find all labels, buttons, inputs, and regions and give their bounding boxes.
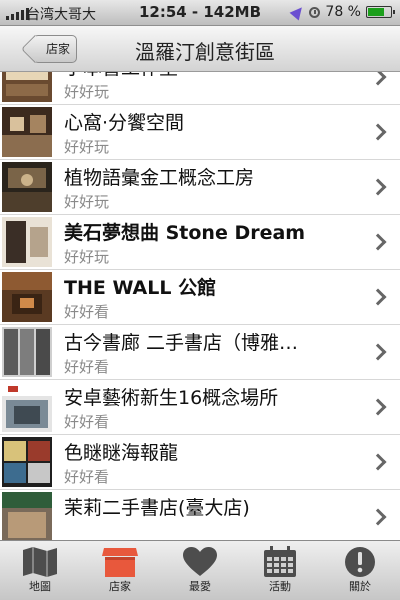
chevron-right-icon [369, 233, 387, 251]
list-item[interactable]: THE WALL 公館 好好看 [0, 270, 400, 325]
chevron-right-icon [369, 453, 387, 471]
list-item-title: 心窩·分饗空間 [64, 112, 185, 134]
list-item[interactable]: 美石夢想曲 Stone Dream 好好玩 [0, 215, 400, 270]
store-thumbnail [2, 217, 52, 267]
store-thumbnail [2, 272, 52, 322]
list-item-subtitle: 好好看 [64, 413, 110, 431]
chevron-right-icon [369, 178, 387, 196]
store-thumbnail [2, 492, 52, 540]
list-item-title: 安卓藝術新生16概念場所 [64, 387, 279, 409]
list-item[interactable]: 安卓藝術新生16概念場所 好好看 [0, 380, 400, 435]
calendar-icon [264, 546, 296, 577]
list-item-title: 古今書廊 二手書店（博雅… [64, 332, 299, 354]
tab-map-label: 地圖 [29, 580, 51, 593]
tab-stores-label: 店家 [109, 580, 131, 593]
battery-percent: 78 % [325, 4, 361, 20]
tab-favorites[interactable]: 最愛 [160, 541, 240, 600]
location-arrow-icon [289, 3, 307, 21]
store-thumbnail [2, 72, 52, 102]
tab-stores[interactable]: 店家 [80, 541, 160, 600]
tab-about[interactable]: 關於 [320, 541, 400, 600]
store-list[interactable]: 小本書工作室 好好玩 心窩·分饗空間 好好玩 植物語彙金工概念工房 好好玩 美石… [0, 72, 400, 540]
status-bar: 台湾大哥大 12:54 - 142MB 78 % [0, 0, 400, 26]
tab-favorites-label: 最愛 [189, 580, 211, 593]
list-item-subtitle: 好好玩 [64, 83, 110, 101]
list-item[interactable]: 小本書工作室 好好玩 [0, 72, 400, 105]
list-item[interactable]: 色瞇瞇海報龍 好好看 [0, 435, 400, 490]
list-item-subtitle: 好好玩 [64, 248, 110, 266]
tab-map[interactable]: 地圖 [0, 541, 80, 600]
list-item-title: 色瞇瞇海報龍 [64, 442, 179, 464]
navigation-bar: 店家 溫羅汀創意街區 [0, 26, 400, 72]
list-item[interactable]: 古今書廊 二手書店（博雅… 好好看 [0, 325, 400, 380]
tab-events[interactable]: 活動 [240, 541, 320, 600]
store-thumbnail [2, 437, 52, 487]
store-icon [102, 548, 138, 577]
rotation-lock-icon [309, 6, 321, 18]
tab-events-label: 活動 [269, 580, 291, 593]
battery-icon [366, 6, 395, 18]
list-item[interactable]: 茉莉二手書店(臺大店) [0, 490, 400, 540]
info-icon [345, 547, 375, 577]
tab-bar: 地圖 店家 最愛 活動 關於 [0, 540, 400, 600]
back-button-label: 店家 [45, 42, 70, 56]
store-thumbnail [2, 382, 52, 432]
list-item[interactable]: 心窩·分饗空間 好好玩 [0, 105, 400, 160]
store-thumbnail [2, 162, 52, 212]
chevron-right-icon [369, 398, 387, 416]
list-item-title: THE WALL 公館 [64, 277, 217, 299]
chevron-right-icon [369, 508, 387, 526]
chevron-right-icon [369, 123, 387, 141]
map-icon [23, 547, 57, 577]
chevron-right-icon [369, 288, 387, 306]
list-item-subtitle: 好好玩 [64, 193, 110, 211]
heart-icon [183, 547, 217, 576]
store-thumbnail [2, 327, 52, 377]
list-item-subtitle: 好好看 [64, 303, 110, 321]
list-item-title: 植物語彙金工概念工房 [64, 167, 255, 189]
list-item-title: 美石夢想曲 Stone Dream [64, 222, 306, 244]
list-item[interactable]: 植物語彙金工概念工房 好好玩 [0, 160, 400, 215]
store-thumbnail [2, 107, 52, 157]
chevron-right-icon [369, 343, 387, 361]
tab-about-label: 關於 [349, 580, 371, 593]
list-item-subtitle: 好好看 [64, 468, 110, 486]
list-item-title: 小本書工作室 [64, 72, 178, 80]
list-item-subtitle: 好好玩 [64, 138, 110, 156]
list-item-title: 茉莉二手書店(臺大店) [64, 497, 250, 519]
chevron-right-icon [369, 72, 387, 86]
list-item-subtitle: 好好看 [64, 358, 110, 376]
